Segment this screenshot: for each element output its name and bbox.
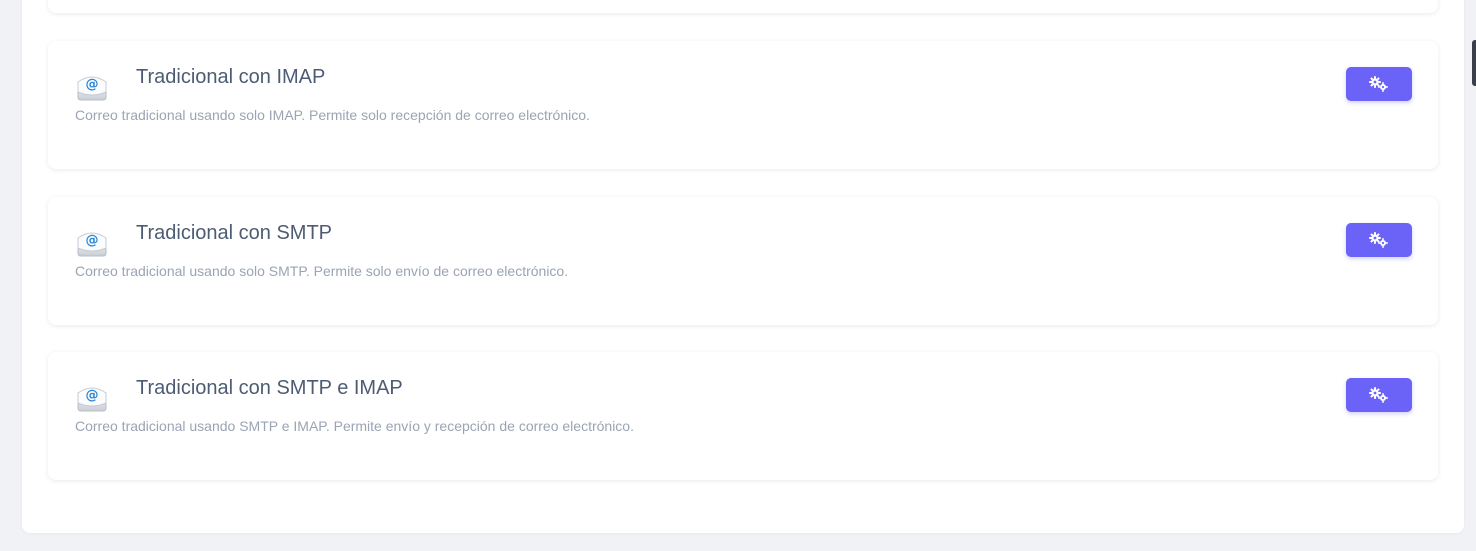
option-card-smtp: @ Tradicional con SMTP Correo tradiciona…: [48, 197, 1438, 325]
gears-icon: [1369, 232, 1388, 248]
previous-option-card: [48, 0, 1438, 13]
email-at-icon: @: [77, 387, 107, 412]
scrollbar-thumb[interactable]: [1472, 40, 1476, 86]
email-at-icon: @: [77, 76, 107, 101]
gears-icon: [1369, 387, 1388, 403]
svg-text:@: @: [86, 388, 99, 403]
email-at-icon: @: [77, 232, 107, 257]
option-description: Correo tradicional usando solo SMTP. Per…: [75, 263, 569, 279]
configure-smtp-button[interactable]: [1346, 223, 1412, 257]
mail-options-panel: @ Tradicional con IMAP Correo tradiciona…: [22, 0, 1464, 533]
option-title: Tradicional con SMTP e IMAP: [136, 377, 403, 399]
svg-text:@: @: [86, 77, 99, 92]
configure-imap-button[interactable]: [1346, 67, 1412, 101]
option-description: Correo tradicional usando SMTP e IMAP. P…: [75, 418, 634, 434]
configure-smtp-imap-button[interactable]: [1346, 378, 1412, 412]
gears-icon: [1369, 76, 1388, 92]
option-description: Correo tradicional usando solo IMAP. Per…: [75, 107, 590, 123]
option-title: Tradicional con IMAP: [136, 66, 326, 88]
svg-text:@: @: [86, 233, 99, 248]
option-title: Tradicional con SMTP: [136, 222, 332, 244]
option-card-imap: @ Tradicional con IMAP Correo tradiciona…: [48, 41, 1438, 169]
option-card-smtp-imap: @ Tradicional con SMTP e IMAP Correo tra…: [48, 352, 1438, 480]
